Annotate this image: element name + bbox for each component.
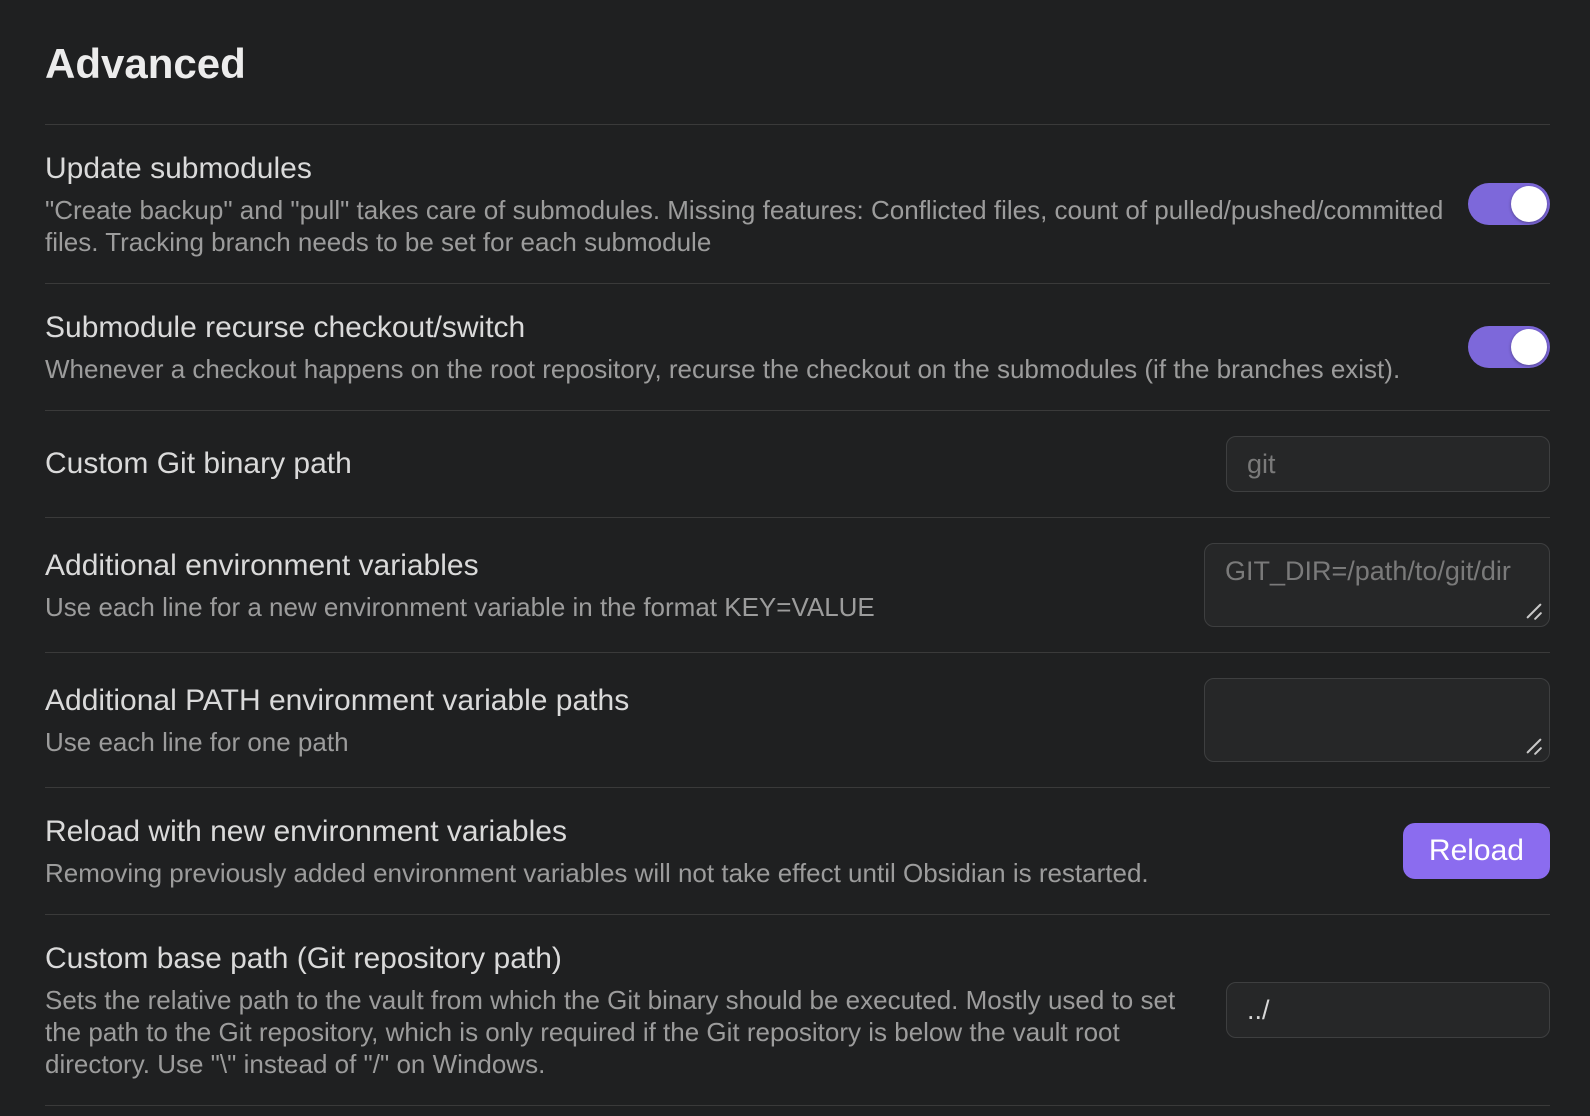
setting-control	[1204, 678, 1550, 762]
setting-info: Additional environment variables Use eac…	[45, 547, 1180, 623]
reload-button[interactable]: Reload	[1403, 823, 1550, 879]
toggle-knob	[1511, 186, 1547, 222]
setting-description: Sets the relative path to the vault from…	[45, 984, 1202, 1080]
setting-info: Additional PATH environment variable pat…	[45, 682, 1180, 758]
setting-item-env-variables: Additional environment variables Use eac…	[45, 517, 1550, 652]
setting-control	[1226, 982, 1550, 1038]
setting-control	[1468, 183, 1550, 225]
setting-name: Additional environment variables	[45, 547, 1180, 585]
setting-item-reload-env: Reload with new environment variables Re…	[45, 787, 1550, 914]
resize-handle-icon[interactable]	[1525, 602, 1543, 620]
setting-name: Custom base path (Git repository path)	[45, 940, 1202, 978]
custom-base-path-input[interactable]	[1226, 982, 1550, 1038]
settings-pane: Advanced Update submodules "Create backu…	[0, 0, 1590, 1106]
env-variables-textarea[interactable]	[1204, 543, 1550, 627]
path-env-paths-textarea[interactable]	[1204, 678, 1550, 762]
setting-name: Submodule recurse checkout/switch	[45, 309, 1444, 347]
update-submodules-toggle[interactable]	[1468, 183, 1550, 225]
textarea-wrap	[1204, 543, 1550, 627]
setting-item-update-submodules: Update submodules "Create backup" and "p…	[45, 124, 1550, 283]
setting-description: Whenever a checkout happens on the root …	[45, 353, 1444, 385]
setting-name: Additional PATH environment variable pat…	[45, 682, 1180, 720]
setting-info: Submodule recurse checkout/switch Whenev…	[45, 309, 1444, 385]
setting-info: Update submodules "Create backup" and "p…	[45, 150, 1444, 258]
setting-description: Use each line for a new environment vari…	[45, 591, 1180, 623]
toggle-knob	[1511, 329, 1547, 365]
page-title: Advanced	[45, 42, 1550, 86]
resize-handle-icon[interactable]	[1525, 737, 1543, 755]
textarea-wrap	[1204, 678, 1550, 762]
setting-item-path-env-paths: Additional PATH environment variable pat…	[45, 652, 1550, 787]
setting-description: "Create backup" and "pull" takes care of…	[45, 194, 1444, 258]
setting-name: Update submodules	[45, 150, 1444, 188]
setting-item-custom-base-path: Custom base path (Git repository path) S…	[45, 914, 1550, 1105]
setting-info: Reload with new environment variables Re…	[45, 813, 1379, 889]
setting-info: Custom Git binary path	[45, 445, 1202, 483]
setting-control: Reload	[1403, 823, 1550, 879]
git-binary-path-input[interactable]	[1226, 436, 1550, 492]
setting-info: Custom base path (Git repository path) S…	[45, 940, 1202, 1080]
setting-control	[1468, 326, 1550, 368]
setting-name: Custom Git binary path	[45, 445, 1202, 483]
setting-control	[1204, 543, 1550, 627]
setting-item-submodule-recurse: Submodule recurse checkout/switch Whenev…	[45, 283, 1550, 410]
setting-item-git-binary-path: Custom Git binary path	[45, 410, 1550, 517]
bottom-divider	[45, 1105, 1550, 1106]
submodule-recurse-toggle[interactable]	[1468, 326, 1550, 368]
setting-name: Reload with new environment variables	[45, 813, 1379, 851]
setting-control	[1226, 436, 1550, 492]
setting-description: Use each line for one path	[45, 726, 1180, 758]
setting-description: Removing previously added environment va…	[45, 857, 1379, 889]
